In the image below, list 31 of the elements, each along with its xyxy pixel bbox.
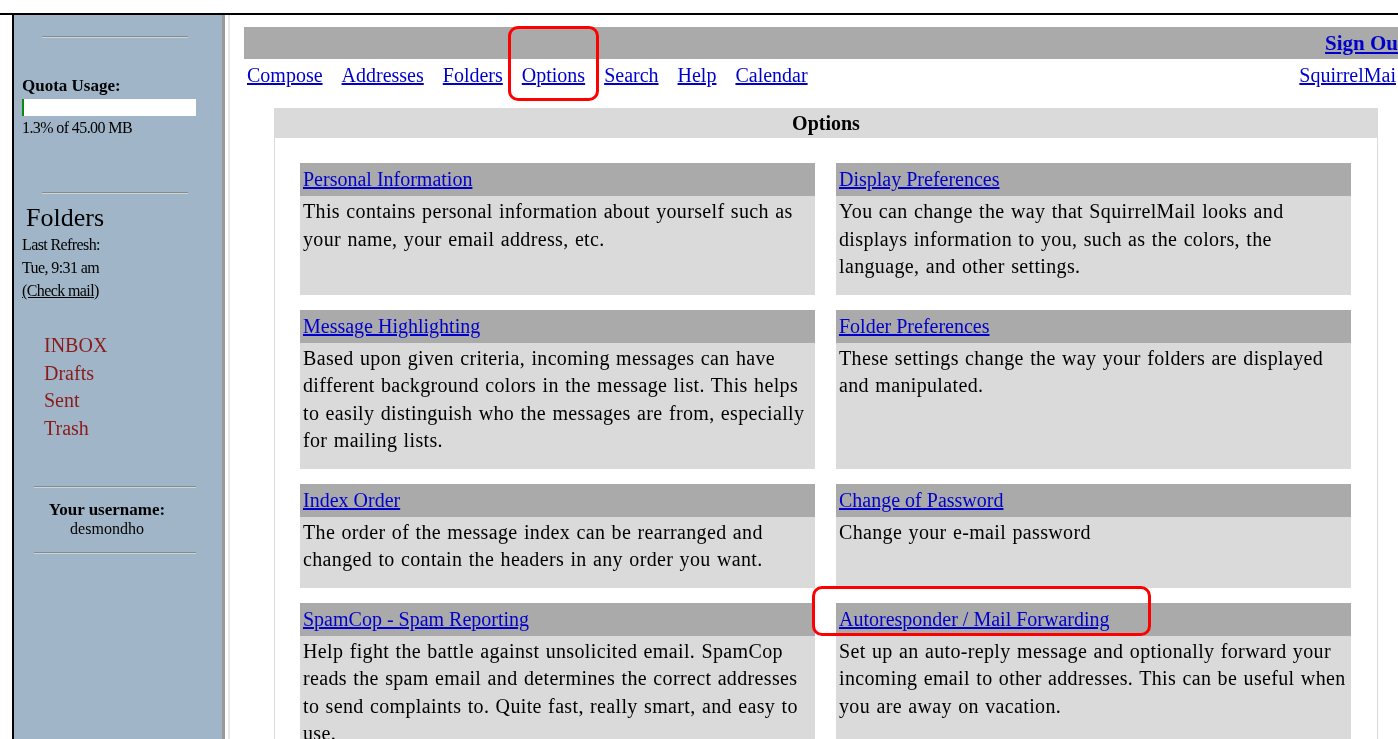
quota-text: 1.3% of 45.00 MB bbox=[22, 118, 133, 138]
option-description: This contains personal information about yourself such as your name, your email address, etc. bbox=[302, 199, 794, 253]
sign-out-link[interactable]: Sign Ou bbox=[1325, 30, 1398, 56]
nav-link[interactable]: Calendar bbox=[735, 63, 808, 86]
last-refresh-time: Tue, 9:31 am bbox=[22, 258, 101, 278]
folder-link[interactable]: Drafts bbox=[44, 359, 94, 387]
nav-link[interactable]: Compose bbox=[247, 63, 323, 86]
folder-link[interactable]: INBOX bbox=[44, 332, 108, 360]
options-title: Options bbox=[275, 108, 1377, 138]
quota-label: Quota Usage: bbox=[22, 76, 122, 96]
username-label: Your username: bbox=[47, 500, 167, 520]
option-description: Set up an auto-reply message and optionally forward your incoming email to other addresses. This can be useful when you are away on vacation. bbox=[838, 638, 1347, 720]
nav-link[interactable]: Search bbox=[604, 63, 659, 86]
nav-link[interactable]: Help bbox=[677, 63, 717, 86]
option-description: Based upon given criteria, incoming messages can have different background colors in the message list. This helps to easily distinguish who the messages are from, especially for mailing lists. bbox=[302, 345, 806, 454]
nav-link[interactable]: Addresses bbox=[341, 63, 424, 86]
username: desmondho bbox=[69, 520, 145, 538]
option-description: You can change the way that SquirrelMail looks and displays information to you, such as the colors, the language, and other settings. bbox=[838, 199, 1285, 280]
folders-title: Folders bbox=[26, 203, 105, 233]
option-description: The order of the message index can be rearranged and changed to contain the headers in any order you want. bbox=[302, 519, 764, 573]
folder-link[interactable]: Trash bbox=[44, 414, 89, 442]
check-mail-link[interactable]: (Check mail) bbox=[22, 282, 99, 299]
folder-link[interactable]: Sent bbox=[44, 387, 80, 415]
nav-link[interactable]: Folders bbox=[442, 63, 503, 86]
brand-link[interactable]: SquirrelMai bbox=[1299, 63, 1396, 87]
option-link[interactable]: Index Order bbox=[303, 488, 401, 511]
option-description: Change your e-mail password bbox=[838, 519, 1092, 546]
nav-link[interactable]: Options bbox=[521, 63, 586, 86]
last-refresh-label: Last Refresh: bbox=[22, 235, 101, 255]
option-description: These settings change the way your folders are displayed and manipulated. bbox=[838, 345, 1325, 399]
option-link[interactable]: Folder Preferences bbox=[839, 314, 990, 337]
